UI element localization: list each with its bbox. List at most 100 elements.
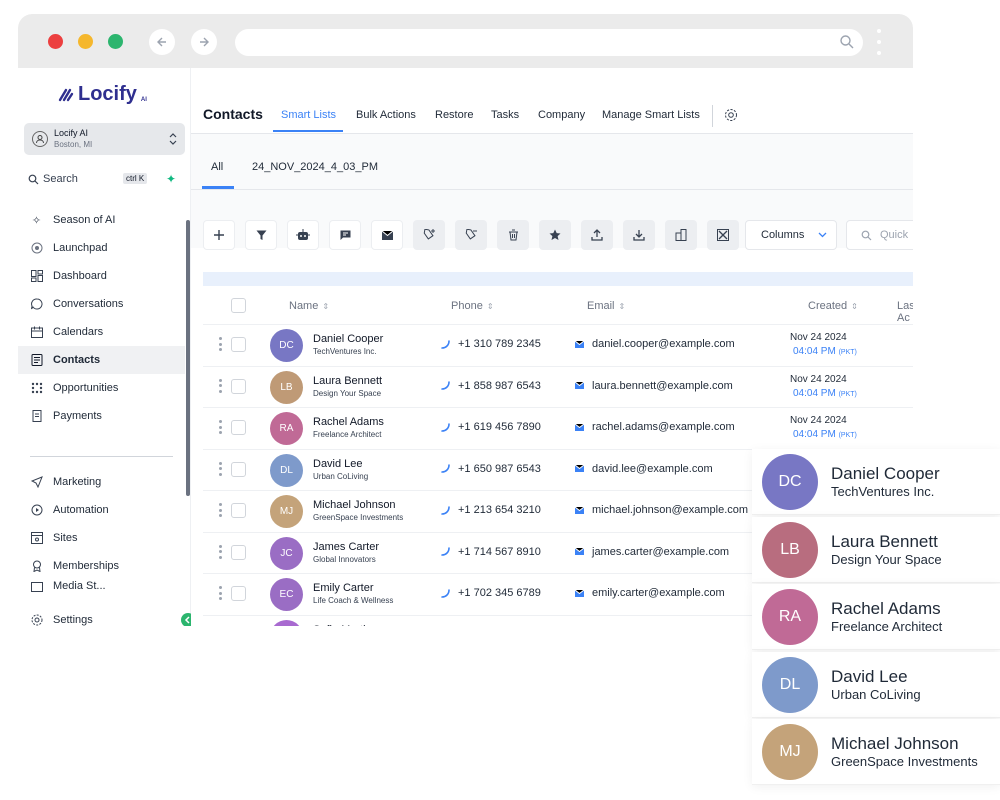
contact-phone[interactable]: +1 310 789 2345 — [441, 338, 541, 350]
drag-handle-icon[interactable] — [219, 503, 223, 517]
merge-button[interactable] — [707, 220, 739, 250]
sidebar-item-contacts[interactable]: Contacts — [18, 346, 185, 374]
contact-phone[interactable]: +1 650 987 6543 — [441, 463, 541, 475]
url-bar[interactable] — [235, 29, 863, 56]
column-header-created[interactable]: Created ⇕ — [808, 300, 858, 312]
quick-search-input[interactable]: Quick — [846, 220, 913, 250]
row-checkbox[interactable] — [231, 544, 246, 560]
favorite-button[interactable] — [539, 220, 571, 250]
automation-bot-button[interactable] — [287, 220, 319, 250]
drag-handle-icon[interactable] — [219, 461, 223, 476]
sidebar-item-season-of-ai[interactable]: ✧ Season of AI — [18, 206, 185, 234]
remove-tag-button[interactable] — [455, 220, 487, 250]
browser-menu-icon[interactable] — [876, 29, 882, 55]
contact-phone[interactable]: +1 858 987 6543 — [441, 380, 541, 392]
table-row[interactable]: LB Laura Bennett Design Your Space +1 85… — [203, 365, 913, 407]
contact-name[interactable]: Michael Johnson — [313, 499, 396, 511]
sidebar-item-automation[interactable]: Automation — [18, 496, 185, 524]
sidebar-scrollbar[interactable] — [186, 220, 190, 496]
back-button[interactable] — [149, 29, 175, 55]
send-sms-button[interactable] — [329, 220, 361, 250]
sidebar-item-conversations[interactable]: Conversations — [18, 290, 185, 318]
minimize-window-button[interactable] — [78, 34, 93, 49]
account-switcher[interactable]: Locify AI Boston, MI — [24, 123, 185, 155]
contact-name[interactable]: James Carter — [313, 541, 379, 553]
import-button[interactable] — [623, 220, 655, 250]
sidebar-item-opportunities[interactable]: Opportunities — [18, 374, 185, 402]
forward-button[interactable] — [191, 29, 217, 55]
sidebar-item-sites[interactable]: Sites — [18, 524, 185, 552]
tab-company[interactable]: Company — [538, 109, 585, 121]
sidebar-search[interactable]: Search ctrl K ✦ — [28, 170, 183, 190]
column-header-name[interactable]: Name ⇕ — [289, 300, 329, 312]
tab-all[interactable]: All — [211, 161, 223, 173]
contact-name[interactable]: Rachel Adams — [313, 416, 384, 428]
row-checkbox[interactable] — [231, 337, 246, 352]
sidebar-item-dashboard[interactable]: Dashboard — [18, 262, 185, 290]
drag-handle-icon[interactable] — [219, 378, 223, 393]
contact-phone[interactable]: +1 213 654 3210 — [441, 504, 541, 516]
close-window-button[interactable] — [48, 34, 63, 49]
row-checkbox[interactable] — [231, 420, 246, 435]
add-tag-button[interactable] — [413, 220, 445, 250]
row-checkbox[interactable] — [231, 503, 246, 518]
tab-bulk-actions[interactable]: Bulk Actions — [356, 109, 416, 121]
drag-handle-icon[interactable] — [219, 420, 223, 434]
sparkle-icon[interactable]: ✦ — [166, 172, 176, 186]
contact-name[interactable]: David Lee — [313, 458, 363, 470]
contact-email[interactable]: michael.johnson@example.com — [575, 504, 748, 516]
phone-icon — [441, 464, 450, 473]
column-header-phone[interactable]: Phone ⇕ — [451, 300, 494, 312]
row-checkbox[interactable] — [231, 461, 246, 477]
sidebar-item-media-storage[interactable]: Media St... — [18, 580, 185, 594]
drag-handle-icon[interactable] — [219, 337, 223, 351]
add-contact-button[interactable] — [203, 220, 235, 250]
contact-phone[interactable]: +1 619 456 7890 — [441, 421, 541, 433]
contact-name[interactable]: Laura Bennett — [313, 375, 382, 387]
sidebar-item-payments[interactable]: Payments — [18, 402, 185, 430]
contact-name[interactable]: Daniel Cooper — [313, 333, 383, 345]
maximize-window-button[interactable] — [108, 34, 123, 49]
contact-email[interactable]: david.lee@example.com — [575, 463, 713, 475]
column-header-last-activity[interactable]: Last Ac — [897, 300, 913, 324]
sidebar-item-memberships[interactable]: Memberships — [18, 552, 185, 580]
contact-card[interactable]: MJ Michael Johnson GreenSpace Investment… — [752, 719, 1000, 785]
contact-email[interactable]: emily.carter@example.com — [575, 587, 725, 599]
tab-restore[interactable]: Restore — [435, 109, 474, 121]
column-header-email[interactable]: Email ⇕ — [587, 300, 625, 312]
select-all-checkbox[interactable] — [231, 298, 246, 313]
drag-handle-icon[interactable] — [219, 586, 223, 600]
drag-handle-icon[interactable] — [219, 544, 223, 559]
contact-phone[interactable]: +1 714 567 8910 — [441, 546, 541, 558]
tab-tasks[interactable]: Tasks — [491, 109, 519, 121]
sidebar-item-marketing[interactable]: Marketing — [18, 468, 185, 496]
contact-email[interactable]: james.carter@example.com — [575, 546, 729, 558]
contact-card[interactable]: LB Laura Bennett Design Your Space — [752, 516, 1000, 583]
send-email-button[interactable] — [371, 220, 403, 250]
tab-manage-smart-lists[interactable]: Manage Smart Lists — [602, 109, 700, 121]
sidebar-item-settings[interactable]: Settings — [18, 606, 185, 626]
filter-button[interactable] — [245, 220, 277, 250]
delete-button[interactable] — [497, 220, 529, 250]
contact-phone[interactable]: +1 702 345 6789 — [441, 587, 541, 599]
tab-smart-list-date[interactable]: 24_NOV_2024_4_03_PM — [252, 161, 378, 173]
row-checkbox[interactable] — [231, 378, 246, 394]
contact-card[interactable]: RA Rachel Adams Freelance Architect — [752, 584, 1000, 650]
settings-gear-icon[interactable] — [724, 108, 738, 122]
sidebar-item-launchpad[interactable]: Launchpad — [18, 234, 185, 262]
contact-name[interactable]: Emily Carter — [313, 582, 374, 594]
sidebar-item-calendars[interactable]: Calendars — [18, 318, 185, 346]
contact-card[interactable]: DL David Lee Urban CoLiving — [752, 651, 1000, 718]
contact-card[interactable]: DC Daniel Cooper TechVentures Inc. — [752, 449, 1000, 515]
export-button[interactable] — [581, 220, 613, 250]
contact-name[interactable]: Sofia Martinez — [313, 624, 383, 627]
contact-email[interactable]: rachel.adams@example.com — [575, 421, 735, 433]
tab-smart-lists[interactable]: Smart Lists — [281, 109, 336, 121]
columns-dropdown[interactable]: Columns — [745, 220, 837, 250]
contact-email[interactable]: daniel.cooper@example.com — [575, 338, 735, 350]
table-row[interactable]: RA Rachel Adams Freelance Architect +1 6… — [203, 407, 913, 448]
row-checkbox[interactable] — [231, 586, 246, 601]
table-row[interactable]: DC Daniel Cooper TechVentures Inc. +1 31… — [203, 324, 913, 365]
contact-email[interactable]: laura.bennett@example.com — [575, 380, 733, 392]
company-button[interactable] — [665, 220, 697, 250]
